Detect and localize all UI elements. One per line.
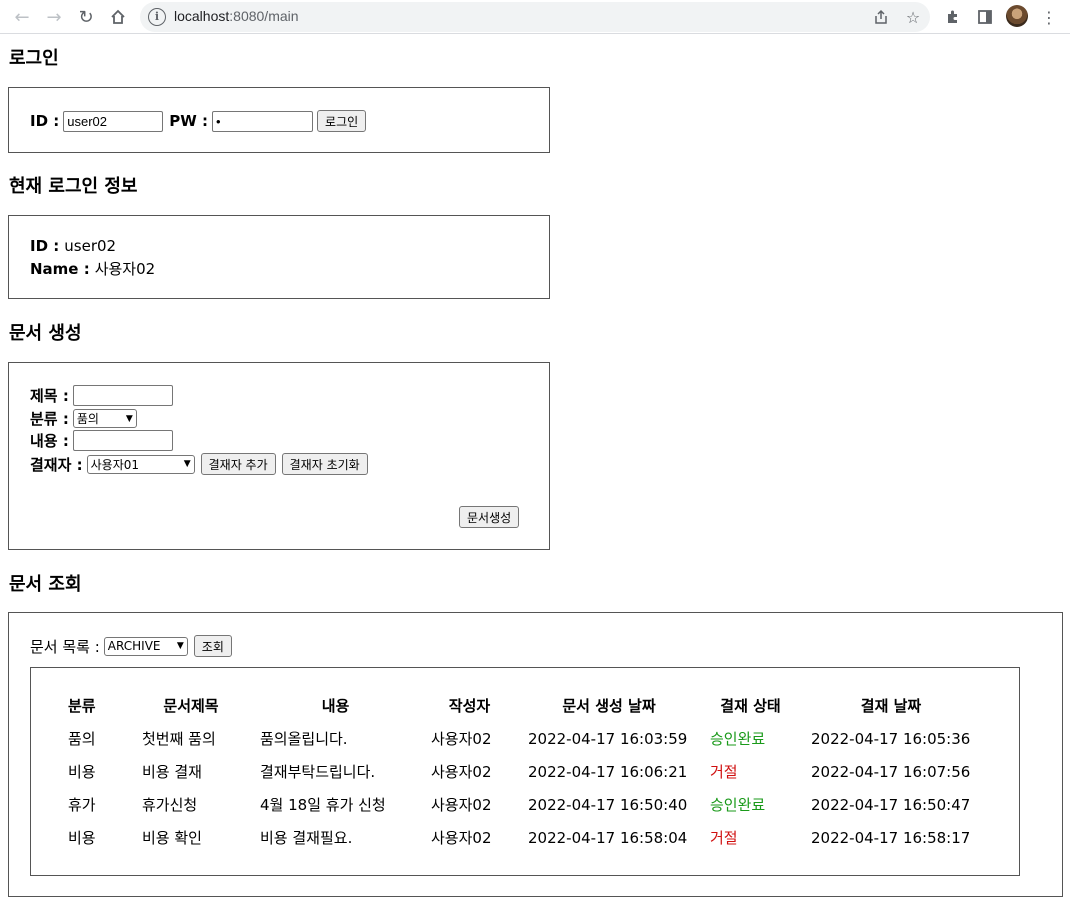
browser-toolbar: ← → ↻ i localhost:8080/main ☆ ⋮	[0, 0, 1070, 34]
cell-status: 거절	[710, 829, 738, 847]
cell-author: 사용자02	[431, 763, 492, 781]
login-button[interactable]: 로그인	[317, 110, 367, 132]
col-header: 분류	[68, 697, 96, 715]
share-icon[interactable]	[870, 6, 892, 28]
query-doc-box: 문서 목록 : ARCHIVE ▼ 조회 분류 문서제목 내용 작성자 문서 생성…	[8, 612, 1063, 897]
url-text: localhost:8080/main	[174, 8, 299, 24]
category-select[interactable]: 품의 ▼	[72, 409, 137, 428]
cell-approved-date: 2022-04-17 16:07:56	[811, 762, 971, 781]
query-button[interactable]: 조회	[193, 635, 232, 657]
create-doc-box: 제목 : 분류 : 품의 ▼ 내용 : 결재자 : 사용자01 ▼ 결재자 추가 결…	[8, 362, 550, 550]
table-row: 비용 비용 결재 결재부탁드립니다. 사용자02 2022-04-17 16:0…	[57, 755, 981, 788]
cell-category: 품의	[68, 730, 96, 748]
cell-status: 승인완료	[710, 796, 766, 814]
col-header: 문서 생성 날짜	[562, 697, 656, 715]
site-info-icon[interactable]: i	[148, 8, 166, 26]
cell-category: 비용	[68, 763, 96, 781]
col-header: 내용	[321, 697, 350, 715]
login-pw-label: PW :	[169, 112, 209, 130]
reset-approver-button[interactable]: 결재자 초기화	[281, 453, 368, 475]
cell-approved-date: 2022-04-17 16:05:36	[811, 729, 971, 748]
query-doc-heading: 문서 조회	[9, 574, 82, 595]
extensions-icon[interactable]	[941, 5, 965, 29]
add-approver-button[interactable]: 결재자 추가	[200, 453, 276, 475]
approver-select[interactable]: 사용자01 ▼	[86, 454, 195, 474]
table-row: 휴가 휴가신청 4월 18일 휴가 신청 사용자02 2022-04-17 16…	[57, 788, 981, 821]
current-name-label: Name :	[30, 259, 90, 278]
doc-list-selected: ARCHIVE	[107, 639, 161, 653]
col-header: 결재 상태	[720, 697, 781, 715]
title-label: 제목 :	[30, 387, 69, 405]
chevron-down-icon: ▼	[176, 641, 184, 651]
cell-content: 품의올립니다.	[260, 730, 348, 748]
chevron-down-icon: ▼	[183, 459, 191, 469]
cell-status: 승인완료	[710, 730, 766, 748]
address-bar[interactable]: i localhost:8080/main ☆	[140, 2, 930, 32]
current-id-label: ID :	[30, 237, 60, 255]
current-id-value: user02	[64, 237, 117, 255]
login-id-label: ID :	[30, 112, 60, 130]
chevron-down-icon: ▼	[125, 413, 133, 424]
cell-title: 비용 결재	[142, 763, 202, 781]
bookmark-star-icon[interactable]: ☆	[902, 6, 924, 28]
cell-author: 사용자02	[431, 730, 492, 748]
reload-icon[interactable]: ↻	[74, 5, 98, 29]
cell-title: 휴가신청	[142, 796, 198, 814]
cell-title: 비용 확인	[142, 829, 202, 847]
table-row: 품의 첫번째 품의 품의올립니다. 사용자02 2022-04-17 16:03…	[57, 722, 981, 755]
col-header: 문서제목	[163, 697, 219, 715]
cell-content: 비용 결재필요.	[260, 829, 353, 847]
table-header-row: 분류 문서제목 내용 작성자 문서 생성 날짜 결재 상태 결재 날짜	[57, 689, 981, 722]
home-icon[interactable]	[106, 5, 130, 29]
cell-category: 비용	[68, 829, 96, 847]
table-row: 비용 비용 확인 비용 결재필요. 사용자02 2022-04-17 16:58…	[57, 821, 981, 854]
login-pw-input[interactable]: •	[212, 110, 314, 132]
side-panel-icon[interactable]	[973, 5, 997, 29]
cell-approved-date: 2022-04-17 16:58:17	[811, 828, 971, 847]
content-label: 내용 :	[30, 432, 69, 450]
title-input[interactable]	[72, 385, 173, 406]
more-menu-icon[interactable]: ⋮	[1037, 5, 1061, 29]
login-heading: 로그인	[9, 48, 59, 69]
cell-author: 사용자02	[431, 829, 492, 847]
cell-content: 결재부탁드립니다.	[260, 763, 376, 781]
current-name-value: 사용자02	[94, 260, 156, 278]
col-header: 결재 날짜	[860, 697, 922, 715]
cell-content: 4월 18일 휴가 신청	[260, 796, 386, 814]
cell-status: 거절	[710, 763, 738, 781]
doc-list-select[interactable]: ARCHIVE ▼	[103, 636, 188, 656]
cell-author: 사용자02	[431, 796, 492, 814]
login-id-input[interactable]: user02	[63, 110, 164, 132]
current-login-box: ID : user02 Name : 사용자02	[8, 215, 550, 299]
forward-icon[interactable]: →	[42, 5, 66, 29]
doc-list-label: 문서 목록 :	[30, 637, 100, 656]
login-box: ID : user02 PW : • 로그인	[8, 87, 550, 153]
cell-created: 2022-04-17 16:58:04	[528, 828, 688, 847]
create-doc-button[interactable]: 문서생성	[459, 506, 520, 528]
create-doc-heading: 문서 생성	[9, 323, 82, 344]
cell-created: 2022-04-17 16:03:59	[528, 729, 688, 748]
content-input[interactable]	[72, 430, 173, 451]
approver-selected: 사용자01	[90, 457, 140, 472]
category-label: 분류 :	[30, 410, 69, 428]
cell-approved-date: 2022-04-17 16:50:47	[811, 795, 971, 814]
doc-table: 분류 문서제목 내용 작성자 문서 생성 날짜 결재 상태 결재 날짜 품의 첫…	[57, 689, 981, 854]
approver-label: 결재자 :	[30, 455, 83, 474]
category-selected: 품의	[76, 412, 99, 426]
profile-avatar[interactable]	[1006, 5, 1028, 27]
cell-created: 2022-04-17 16:50:40	[528, 795, 688, 814]
cell-created: 2022-04-17 16:06:21	[528, 762, 688, 781]
cell-title: 첫번째 품의	[142, 730, 216, 748]
col-header: 작성자	[448, 697, 491, 715]
cell-category: 휴가	[68, 796, 96, 814]
back-icon[interactable]: ←	[10, 5, 34, 29]
current-login-heading: 현재 로그인 정보	[9, 176, 138, 197]
doc-table-box: 분류 문서제목 내용 작성자 문서 생성 날짜 결재 상태 결재 날짜 품의 첫…	[30, 667, 1020, 876]
